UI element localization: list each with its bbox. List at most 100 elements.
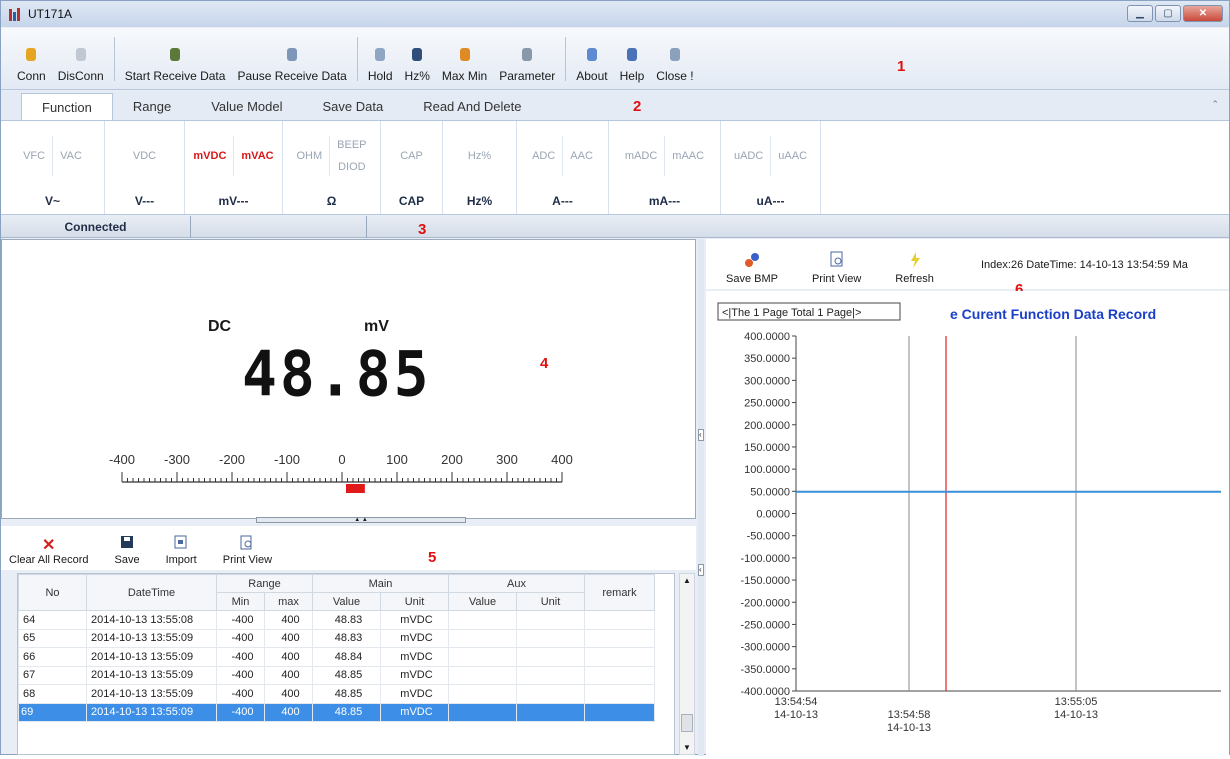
col-aux-value[interactable]: Value [448,592,517,611]
y-tick-label: -250.0000 [740,619,790,631]
disconn-button[interactable]: DisConn [52,31,110,83]
function-diod[interactable]: DIOD [330,161,373,173]
about-button[interactable]: About [570,31,613,83]
tab-save-data[interactable]: Save Data [303,93,404,120]
start-receive-data-button[interactable]: Start Receive Data [119,31,232,83]
tab-range[interactable]: Range [113,93,191,120]
pager-text[interactable]: <|The 1 Page Total 1 Page|> [722,307,861,319]
scroll-up-icon[interactable]: ▲ [683,576,691,585]
ribbon-group-label: V~ [44,194,60,209]
conn-button[interactable]: Conn [11,31,52,83]
row-unit: mVDC [380,665,449,685]
pause-receive-data-button[interactable]: Pause Receive Data [231,31,352,83]
table-row[interactable]: 65 2014-10-13 13:55:09 -400 400 48.83 mVDC [18,628,655,648]
table-row[interactable]: 69 2014-10-13 13:55:09 -400 400 48.85 mVDC [18,702,655,722]
help-button[interactable]: Help [614,31,651,83]
save-bmp-button[interactable]: Save BMP [726,251,778,285]
table-scrollbar[interactable]: ▲ ▼ [679,573,695,755]
collapse-ribbon-icon[interactable]: ⌃ [1211,99,1219,110]
chart-toolbar-label: Save BMP [726,273,778,285]
parameter-button[interactable]: Parameter [493,31,561,83]
col-max[interactable]: max [264,592,313,611]
function-beep[interactable]: BEEP [330,139,373,151]
function-ohm[interactable]: OHM [289,150,329,162]
bar-graph-scale: -400 -300 -200 -100 0 100 200 300 400 [109,452,573,493]
tab-function[interactable]: Function [21,93,113,120]
minimize-icon[interactable]: ▁ [1127,5,1153,22]
function-maac[interactable]: mAAC [665,150,711,162]
toolbar-separator [113,37,115,81]
scale-label: 300 [496,452,518,467]
col-remark[interactable]: remark [584,574,655,611]
horizontal-splitter[interactable]: ▲ ▲ [256,517,466,523]
table-row[interactable]: 68 2014-10-13 13:55:09 -400 400 48.85 mVDC [18,684,655,704]
row-max: 400 [264,628,313,648]
y-tick-label: -200.0000 [740,597,790,609]
col-datetime[interactable]: DateTime [86,574,217,611]
col-main-unit[interactable]: Unit [380,592,449,611]
table-row[interactable]: 64 2014-10-13 13:55:08 -400 400 48.83 mVDC [18,610,655,630]
row-datetime: 2014-10-13 13:55:09 [86,647,217,667]
function-vdc[interactable]: VDC [126,150,163,162]
row-value: 48.83 [312,610,381,630]
scale-label: -300 [164,452,190,467]
save-button[interactable]: Save [114,535,140,566]
scroll-thumb[interactable] [681,714,693,732]
col-main-value[interactable]: Value [312,592,381,611]
collapse-right-icon[interactable]: ‹ [698,564,704,576]
row-empty-cell [516,610,585,630]
annotation-marker-4: 4 [540,355,549,372]
col-aux-unit[interactable]: Unit [516,592,585,611]
max-min-button[interactable]: Max Min [436,31,493,83]
tab-read-and-delete[interactable]: Read And Delete [403,93,541,120]
table-row[interactable]: 67 2014-10-13 13:55:09 -400 400 48.85 mVDC [18,665,655,685]
function-aac[interactable]: AAC [563,150,600,162]
title-bar[interactable]: UT171A ▁ ▢ ✕ [1,1,1229,27]
x-tick-date: 14-10-13 [774,709,818,721]
function-vac[interactable]: VAC [53,150,89,162]
print-view-button[interactable]: Print View [812,251,861,285]
row-unit: mVDC [380,610,449,630]
function-cap[interactable]: CAP [393,150,430,162]
import-button[interactable]: Import [166,535,197,566]
function-hz-pct[interactable]: Hz% [461,150,498,162]
row-value: 48.85 [312,684,381,704]
vertical-splitter[interactable]: ‹ ‹ [698,239,704,756]
function-mvac[interactable]: mVAC [234,150,280,162]
pause-receive-icon [284,47,300,63]
row-max: 400 [264,665,313,685]
row-no: 69 [18,702,87,722]
save-icon [120,535,134,551]
hold-button[interactable]: Hold [362,31,399,83]
col-no[interactable]: No [18,574,87,611]
maximize-icon[interactable]: ▢ [1155,5,1181,22]
row-empty-cell [448,702,517,722]
scroll-down-icon[interactable]: ▼ [683,743,691,752]
col-min[interactable]: Min [216,592,265,611]
function-madc[interactable]: mADC [618,150,664,162]
toolbar-button-label: Hold [367,69,393,83]
col-aux[interactable]: Aux [448,574,585,593]
clear-all-record-button[interactable]: ✕ Clear All Record [9,535,88,566]
function-uaac[interactable]: uAAC [771,150,814,162]
toolbar-button-label: Start Receive Data [124,69,226,83]
toolbar-button-label: Pause Receive Data [237,69,347,83]
tab-value-model[interactable]: Value Model [191,93,302,120]
refresh-button[interactable]: Refresh [895,251,934,285]
function-uadc[interactable]: uADC [727,150,770,162]
close-button[interactable]: Close ! [650,31,699,83]
print-view-button[interactable]: Print View [223,535,272,566]
close-window-icon[interactable]: ✕ [1183,5,1223,22]
col-range[interactable]: Range [216,574,313,593]
hz-button[interactable]: Hz% [399,31,436,83]
chart-title: e Curent Function Data Record [950,306,1156,322]
col-main[interactable]: Main [312,574,449,593]
row-min: -400 [216,702,265,722]
ribbon-group: ADC AAC A--- [517,121,609,214]
table-row[interactable]: 66 2014-10-13 13:55:09 -400 400 48.84 mVDC [18,647,655,667]
collapse-left-icon[interactable]: ‹ [698,429,704,441]
function-vfc[interactable]: VFC [16,150,52,162]
function-adc[interactable]: ADC [525,150,562,162]
function-mvdc[interactable]: mVDC [186,150,233,162]
y-tick-label: 50.0000 [750,486,790,498]
